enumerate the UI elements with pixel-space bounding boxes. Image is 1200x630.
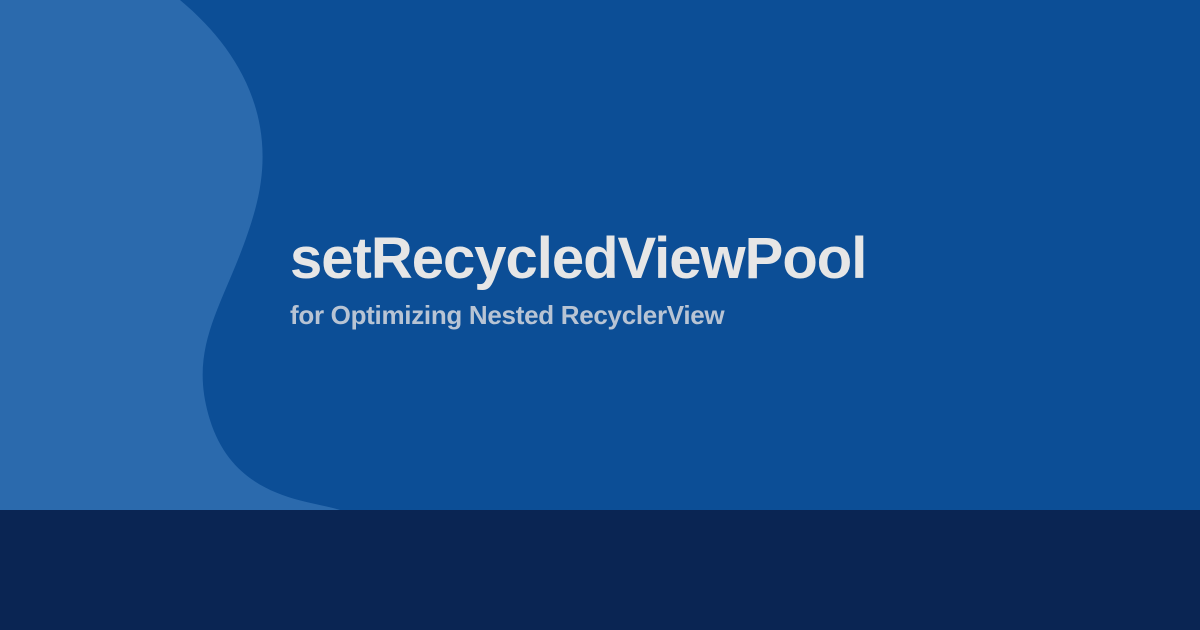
text-block: setRecycledViewPool for Optimizing Neste… xyxy=(290,230,866,331)
banner-subtitle: for Optimizing Nested RecyclerView xyxy=(290,300,866,331)
banner-title: setRecycledViewPool xyxy=(290,230,866,288)
footer-band xyxy=(0,510,1200,630)
hero-banner: setRecycledViewPool for Optimizing Neste… xyxy=(0,0,1200,510)
